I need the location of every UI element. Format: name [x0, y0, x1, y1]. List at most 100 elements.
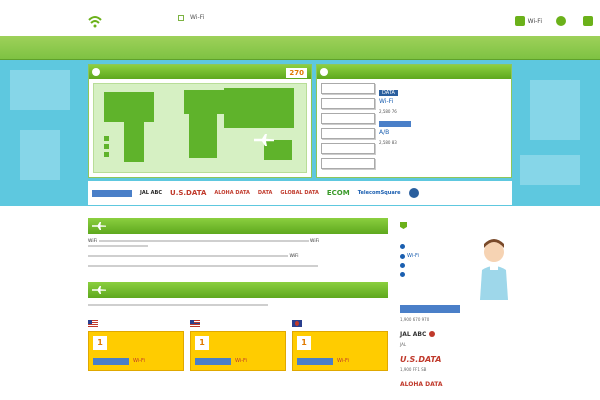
- intro-paragraph: WiFi: [88, 254, 388, 259]
- site-logo[interactable]: [88, 6, 180, 32]
- provider-badge: [297, 358, 333, 365]
- partner-logo[interactable]: ALOHA DATA: [214, 190, 249, 196]
- partner-logo[interactable]: ECOM: [327, 189, 350, 197]
- country-count-badge: 270: [286, 68, 307, 78]
- text-line: [98, 239, 309, 242]
- pixel-map-decoration: [10, 70, 70, 110]
- map-region-oceania[interactable]: [264, 140, 292, 160]
- checkbox-icon: [178, 14, 184, 21]
- nav-item-schedule[interactable]: [556, 16, 569, 26]
- legend-item: [104, 152, 111, 157]
- pixel-map-decoration: [530, 80, 580, 140]
- data-info-header: [317, 65, 511, 79]
- partner-logo[interactable]: DATA: [258, 190, 273, 196]
- country-search-panel: 270: [88, 64, 312, 178]
- map-legend: [104, 136, 111, 160]
- data-item-desc-a: 2,580: [379, 109, 391, 114]
- ranking-subtitle: [88, 303, 388, 308]
- arrow-right-icon: [400, 263, 405, 268]
- nav-label: Wi-Fi: [527, 17, 542, 25]
- data-category-button[interactable]: [321, 83, 375, 94]
- map-region-south-america[interactable]: [124, 122, 144, 162]
- provider-logo[interactable]: U.S.DATA: [400, 353, 512, 365]
- flag-usa-icon: [88, 320, 98, 327]
- map-region-north-america[interactable]: [104, 92, 154, 122]
- data-category-button[interactable]: [321, 158, 375, 169]
- data-item-desc: 2,580 76: [379, 109, 507, 114]
- provider-logo[interactable]: JAL ABC: [400, 328, 512, 340]
- guide-person-illustration: [480, 239, 508, 300]
- partner-logo[interactable]: U.S.DATA: [170, 189, 206, 197]
- jal-crane-icon: [429, 331, 436, 337]
- guide-link[interactable]: Wi-Fi: [400, 253, 474, 259]
- partner-logo[interactable]: TelecomSquare: [358, 190, 401, 196]
- intro-paragraph: [88, 264, 388, 269]
- guide-link[interactable]: [400, 263, 474, 268]
- text-line: [88, 254, 288, 257]
- provider-logo[interactable]: [400, 303, 512, 315]
- map-region-europe[interactable]: [184, 90, 224, 114]
- search-icon: [320, 68, 328, 76]
- legend-swatch: [104, 144, 109, 149]
- data-item-title[interactable]: A/B: [379, 129, 507, 136]
- arrow-right-icon: [400, 253, 405, 259]
- header-description-highlight: Wi-Fi: [190, 14, 205, 21]
- map-region-africa[interactable]: [189, 114, 217, 158]
- data-item-desc: 2,580 83: [379, 140, 507, 145]
- intro-paragraphs: WiFi WiFi WiFi: [88, 234, 388, 282]
- data-item-title-text: Wi-Fi: [379, 98, 394, 105]
- provider-badge: [379, 120, 411, 127]
- provider-desc: JAL: [400, 342, 407, 347]
- data-category-button[interactable]: [321, 128, 375, 139]
- provider-name: U.S.DATA: [400, 354, 442, 364]
- intro-paragraph-b: WiFi: [310, 239, 320, 244]
- ranking-card-guam[interactable]: 1 Wi-Fi: [292, 319, 388, 371]
- legend-swatch: [104, 152, 109, 157]
- intro-paragraph-a: WiFi: [289, 254, 299, 259]
- main-content: WiFi WiFi WiFi 1 Wi-Fi 1 Wi-Fi 1 Wi-Fi: [88, 218, 388, 371]
- legend-item: [104, 136, 111, 141]
- partner-logo[interactable]: [408, 188, 419, 198]
- data-item-title[interactable]: Wi-Fi: [379, 98, 507, 105]
- intro-section-header: [88, 218, 388, 234]
- data-category-button[interactable]: [321, 143, 375, 154]
- world-map[interactable]: [93, 83, 307, 173]
- provider-logo[interactable]: ALOHA DATA: [400, 378, 512, 390]
- card-header: [88, 319, 184, 328]
- right-sidebar: Wi-Fi 1,900 670 970 JAL ABC JAL U.S.DATA…: [400, 222, 512, 390]
- card-provider: Wi-Fi: [235, 358, 247, 364]
- provider-desc: 1,900 670 970: [400, 317, 430, 322]
- ranking-cards: 1 Wi-Fi 1 Wi-Fi 1 Wi-Fi: [88, 319, 388, 371]
- guide-link-label: Wi-Fi: [407, 253, 419, 259]
- arrow-right-icon: [400, 272, 405, 277]
- data-category-button[interactable]: [321, 98, 375, 109]
- ranking-card-usa[interactable]: 1 Wi-Fi: [88, 319, 184, 371]
- provider-desc: 1,900 FF1 SB: [400, 367, 427, 372]
- partner-logo[interactable]: [92, 189, 132, 197]
- partner-logo[interactable]: JAL ABC: [140, 190, 162, 196]
- guide-block: Wi-Fi: [400, 234, 512, 300]
- card-box: 1 Wi-Fi: [292, 331, 388, 371]
- country-count-value: 270: [289, 69, 304, 77]
- data-category-button[interactable]: [321, 113, 375, 124]
- nav-item-company[interactable]: [583, 16, 596, 26]
- guide-link[interactable]: [400, 272, 474, 277]
- site-header: Wi-Fi Wi-Fi: [0, 0, 600, 36]
- map-region-asia[interactable]: [224, 88, 294, 128]
- card-box: 1 Wi-Fi: [190, 331, 286, 371]
- legend-swatch: [104, 136, 109, 141]
- partner-logo[interactable]: GLOBAL DATA: [280, 190, 319, 196]
- rank-badge: 1: [195, 336, 209, 350]
- card-box: 1 Wi-Fi: [88, 331, 184, 371]
- pixel-map-decoration: [20, 130, 60, 180]
- data-info-panel: DATA Wi-Fi 2,580 76 A/B 2,580 83: [316, 64, 512, 178]
- data-category-buttons: [321, 83, 375, 173]
- provider-badge: [93, 358, 129, 365]
- pixel-map-decoration: [520, 155, 580, 185]
- provider-name: ALOHA DATA: [400, 380, 443, 388]
- nav-item-wifi[interactable]: Wi-Fi: [514, 16, 542, 26]
- guide-link[interactable]: [400, 244, 474, 249]
- wifi-logo-icon: [88, 16, 102, 28]
- ranking-card-hawaii[interactable]: 1 Wi-Fi: [190, 319, 286, 371]
- guide-links: Wi-Fi: [400, 244, 474, 281]
